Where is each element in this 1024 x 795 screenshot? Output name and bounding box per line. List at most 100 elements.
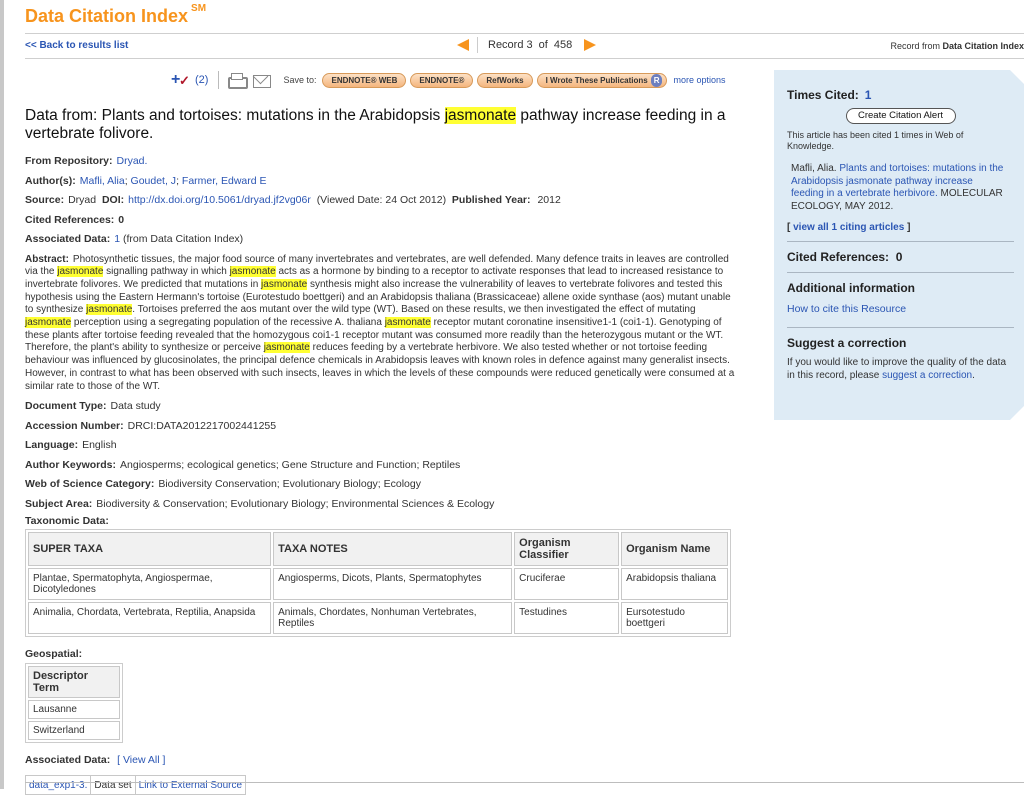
more-options-link[interactable]: more options xyxy=(673,75,725,85)
record-label: Record xyxy=(488,39,524,51)
back-to-results-link[interactable]: << Back to results list xyxy=(25,40,128,51)
published-year-label: Published Year: xyxy=(451,194,531,206)
save-to-label: Save to: xyxy=(283,75,317,85)
document-type-value: Data study xyxy=(110,400,161,413)
table-cell: Animalia, Chordata, Vertebrata, Reptilia… xyxy=(28,602,272,635)
sidebar-divider xyxy=(787,272,1014,273)
authors-label: Author(s): xyxy=(25,174,76,187)
table-cell: Angiosperms, Dicots, Plants, Spermatophy… xyxy=(273,568,513,601)
toolbar-divider xyxy=(218,71,220,89)
record-index: 3 xyxy=(526,39,533,51)
associated-data-table: data_exp1-3. Data set Link to External S… xyxy=(24,775,247,795)
search-term-highlight: jasmonate xyxy=(229,266,276,278)
suggest-end: . xyxy=(972,370,975,381)
times-cited-heading: Times Cited: 1 xyxy=(787,88,1014,102)
save-endnote-web-button[interactable]: ENDNOTE® WEB xyxy=(322,72,407,88)
author-keywords-field: Author Keywords: Angiosperms; ecological … xyxy=(25,456,735,476)
taxonomic-data-table: SUPER TAXA TAXA NOTES Organism Classifie… xyxy=(25,529,731,638)
record-from-prefix: Record from xyxy=(890,41,940,51)
record-toolbar: + ✓ (2) Save to: ENDNOTE® WEB ENDNOTE® Re… xyxy=(171,71,726,89)
times-cited-count-link[interactable]: 1 xyxy=(865,88,872,102)
author-link[interactable]: Mafli, Alia xyxy=(80,175,125,187)
author-link[interactable]: Farmer, Edward E xyxy=(182,175,267,187)
table-header-cell: TAXA NOTES xyxy=(273,532,513,567)
associated-data-label: Associated Data: xyxy=(25,233,111,245)
table-cell: Lausanne xyxy=(28,700,120,720)
author-link[interactable]: Goudet, J xyxy=(131,175,177,187)
language-value: English xyxy=(82,439,117,452)
previous-record-icon[interactable] xyxy=(457,39,469,51)
search-term-highlight: jasmonate xyxy=(57,266,104,278)
i-wrote-these-button[interactable]: I Wrote These Publications R xyxy=(536,72,668,88)
table-cell: Cruciferae xyxy=(514,568,620,601)
doi-link[interactable]: http://dx.doi.org/10.5061/dryad.jf2vg06r xyxy=(128,194,311,206)
next-record-icon[interactable] xyxy=(584,39,597,51)
abstract-segment: . Tortoises preferred the aos mutant ove… xyxy=(132,304,696,316)
left-edge-bar xyxy=(0,0,4,789)
add-to-marked-list-icon[interactable]: + ✓ xyxy=(171,71,195,89)
cited-references-heading: Cited References: 0 xyxy=(787,250,1014,264)
table-header-row: Descriptor Term xyxy=(28,666,120,699)
nav-divider xyxy=(477,37,478,53)
associated-data-count-link[interactable]: 1 xyxy=(114,233,120,245)
record-title: Data from: Plants and tortoises: mutatio… xyxy=(25,107,735,143)
how-to-cite-link[interactable]: How to cite this Resource xyxy=(787,303,906,315)
record-source-note: Record from Data Citation Index xyxy=(890,41,1024,51)
accession-number-field: Accession Number: DRCI:DATA20122170024412… xyxy=(25,417,735,437)
view-all-associated-link[interactable]: [ View All ] xyxy=(117,754,165,766)
citing-author: Mafli, Alia. xyxy=(791,163,837,174)
view-all-citing-link[interactable]: view all 1 citing articles xyxy=(793,222,904,233)
marked-list-count[interactable]: (2) xyxy=(195,74,208,86)
geospatial-table: Descriptor Term Lausanne Switzerland xyxy=(25,663,123,744)
subject-area-value: Biodiversity & Conservation; Evolutionar… xyxy=(96,497,495,510)
citation-sidebar: Times Cited: 1 Create Citation Alert This… xyxy=(774,70,1024,420)
table-cell: Arabidopsis thaliana xyxy=(621,568,728,601)
save-endnote-button[interactable]: ENDNOTE® xyxy=(410,72,474,88)
abstract-text: Photosynthetic tissues, the major food s… xyxy=(25,254,734,392)
search-term-highlight: jasmonate xyxy=(25,317,72,329)
create-citation-alert-button[interactable]: Create Citation Alert xyxy=(845,108,956,124)
table-row: Animalia, Chordata, Vertebrata, Reptilia… xyxy=(28,602,728,635)
citing-article: Mafli, Alia. Plants and tortoises: mutat… xyxy=(791,163,1006,213)
sidebar-divider xyxy=(787,241,1014,242)
document-type-label: Document Type: xyxy=(25,400,107,413)
dataset-link-cell: data_exp1-3. xyxy=(24,775,92,795)
table-header-cell: Organism Name xyxy=(621,532,728,567)
search-term-highlight: jasmonate xyxy=(263,342,310,354)
nav-divider-line xyxy=(25,58,1024,59)
table-cell: Eursotestudo boettgeri xyxy=(621,602,728,635)
repository-link[interactable]: Dryad. xyxy=(117,155,148,167)
table-cell: Testudines xyxy=(514,602,620,635)
language-field: Language: English xyxy=(25,436,735,456)
authors-field: Author(s): Mafli, Alia; Goudet, J; Farmer… xyxy=(25,174,267,187)
sidebar-cited-references-label: Cited References: xyxy=(787,250,890,264)
save-refworks-button[interactable]: RefWorks xyxy=(477,72,533,88)
record-from-source: Data Citation Index xyxy=(942,41,1024,51)
table-cell: Plantae, Spermatophyta, Angiospermae, Di… xyxy=(28,568,272,601)
product-service-mark: SM xyxy=(191,3,207,14)
abstract-segment: perception using a segregating populatio… xyxy=(71,317,385,329)
wos-category-value: Biodiversity Conservation; Evolutionary … xyxy=(158,478,421,491)
associated-data-section: Associated Data: [ View All ] xyxy=(25,753,735,767)
suggest-correction-link[interactable]: suggest a correction xyxy=(882,370,972,381)
record-total: 458 xyxy=(553,39,573,51)
table-cell: Animals, Chordates, Nonhuman Vertebrates… xyxy=(273,602,513,635)
subject-area-field: Subject Area: Biodiversity & Conservation… xyxy=(25,495,735,515)
title-text-start: Data from: Plants and tortoises: mutatio… xyxy=(25,107,441,124)
sidebar-cited-references-value: 0 xyxy=(895,250,903,264)
view-all-citing: [ view all 1 citing articles ] xyxy=(787,222,1014,233)
sidebar-content: Times Cited: 1 Create Citation Alert This… xyxy=(787,88,1014,382)
print-icon[interactable] xyxy=(226,72,249,89)
email-icon[interactable] xyxy=(252,72,272,88)
dataset-type-cell: Data set xyxy=(90,775,136,795)
geospatial-label: Geospatial: xyxy=(25,648,83,661)
product-name: Data Citation Index xyxy=(25,6,189,26)
product-title: Data Citation Index SM xyxy=(25,3,207,27)
search-term-highlight: jasmonate xyxy=(86,304,133,316)
viewed-date: (Viewed Date: 24 Oct 2012) xyxy=(316,194,447,206)
document-type-field: Document Type: Data study xyxy=(25,397,735,417)
search-term-highlight: jasmonate xyxy=(384,317,431,329)
table-row: Switzerland xyxy=(28,721,120,741)
associated-data-label: Associated Data: xyxy=(25,754,111,767)
record-navigator: Record 3 of 458 xyxy=(457,37,597,53)
